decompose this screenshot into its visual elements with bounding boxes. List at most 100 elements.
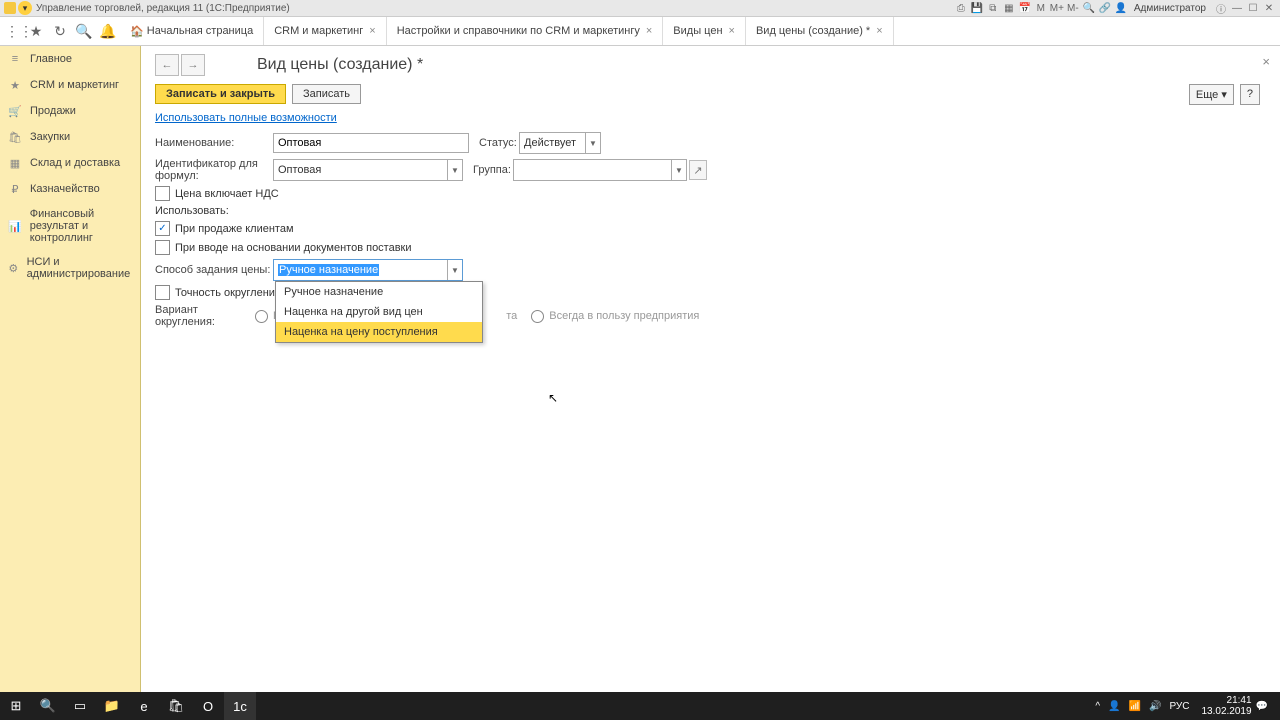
taskview-icon[interactable]: ▭ bbox=[64, 692, 96, 720]
sidebar-item-label: НСИ и администрирование bbox=[27, 256, 132, 280]
bag-icon: 🛍 bbox=[8, 130, 22, 144]
tb-copy-icon[interactable]: ⧉ bbox=[986, 1, 1000, 15]
app-icon bbox=[4, 2, 16, 14]
tab-pricetypes[interactable]: Виды цен × bbox=[663, 17, 746, 45]
id-select[interactable]: Оптовая ▼ bbox=[273, 159, 463, 181]
sidebar-item-label: Продажи bbox=[30, 105, 76, 117]
use-supply-checkbox[interactable] bbox=[155, 240, 170, 255]
full-features-link[interactable]: Использовать полные возможности bbox=[155, 112, 337, 124]
explorer-icon[interactable]: 📁 bbox=[96, 692, 128, 720]
edge-icon[interactable]: e bbox=[128, 692, 160, 720]
name-label: Наименование: bbox=[155, 137, 273, 149]
close-icon[interactable]: × bbox=[729, 25, 735, 37]
tray-lang[interactable]: РУС bbox=[1169, 701, 1189, 712]
user-label: Администратор bbox=[1134, 3, 1206, 14]
tab-crm[interactable]: CRM и маркетинг × bbox=[264, 17, 387, 45]
more-label: Еще bbox=[1196, 89, 1218, 101]
close-form-icon[interactable]: × bbox=[1262, 54, 1270, 69]
forward-button[interactable]: → bbox=[181, 54, 205, 76]
chevron-down-icon: ▼ bbox=[447, 260, 462, 280]
app-toolbar: ⋮⋮⋮ ★ ↻ 🔍 🔔 🏠 Начальная страница CRM и м… bbox=[0, 17, 1280, 46]
nav-sidebar: ≡Главное ★CRM и маркетинг 🛒Продажи 🛍Заку… bbox=[0, 46, 141, 694]
vat-label: Цена включает НДС bbox=[175, 188, 279, 200]
sidebar-item-treasury[interactable]: ₽Казначейство bbox=[0, 176, 140, 202]
1c-icon[interactable]: 1c bbox=[224, 692, 256, 720]
vat-checkbox[interactable] bbox=[155, 186, 170, 201]
method-select[interactable]: Ручное назначение ▼ bbox=[273, 259, 463, 281]
sidebar-item-finance[interactable]: 📊Финансовый результат и контроллинг bbox=[0, 202, 140, 250]
close-icon[interactable]: × bbox=[646, 25, 652, 37]
tab-pricetype-create[interactable]: Вид цены (создание) * × bbox=[746, 17, 894, 45]
tab-home[interactable]: 🏠 Начальная страница bbox=[120, 17, 264, 45]
chevron-down-icon: ▼ bbox=[585, 133, 600, 153]
method-option-manual[interactable]: Ручное назначение bbox=[276, 282, 482, 302]
tb-calendar-icon[interactable]: 📅 bbox=[1018, 1, 1032, 15]
tray-volume-icon[interactable]: 🔊 bbox=[1149, 701, 1161, 712]
method-option-markup-receipt[interactable]: Наценка на цену поступления bbox=[276, 322, 482, 342]
tb-save-icon[interactable]: 💾 bbox=[970, 1, 984, 15]
tab-settings[interactable]: Настройки и справочники по CRM и маркети… bbox=[387, 17, 664, 45]
tb-link-icon[interactable]: 🔗 bbox=[1098, 1, 1112, 15]
close-icon[interactable]: × bbox=[876, 25, 882, 37]
save-button[interactable]: Записать bbox=[292, 84, 361, 104]
tab-label: Виды цен bbox=[673, 25, 722, 37]
sidebar-item-admin[interactable]: ⚙ НСИ и администрирование bbox=[0, 250, 140, 286]
group-label: Группа: bbox=[473, 164, 513, 176]
sidebar-item-purchases[interactable]: 🛍Закупки bbox=[0, 124, 140, 150]
method-option-markup-other[interactable]: Наценка на другой вид цен bbox=[276, 302, 482, 322]
precision-checkbox[interactable] bbox=[155, 285, 170, 300]
id-label: Идентификатор для формул: bbox=[155, 158, 273, 182]
tb-mminus-icon[interactable]: M- bbox=[1066, 1, 1080, 15]
apps-icon[interactable]: ⋮⋮⋮ bbox=[0, 19, 24, 43]
nav-dropdown-icon[interactable]: ▾ bbox=[18, 1, 32, 15]
help-button[interactable]: ? bbox=[1240, 84, 1260, 105]
save-close-button[interactable]: Записать и закрыть bbox=[155, 84, 286, 104]
sidebar-item-crm[interactable]: ★CRM и маркетинг bbox=[0, 72, 140, 98]
status-select[interactable]: Действует ▼ bbox=[519, 132, 601, 154]
tb-zoom-icon[interactable]: 🔍 bbox=[1082, 1, 1096, 15]
search-taskbar-icon[interactable]: 🔍 bbox=[32, 692, 64, 720]
window-title: Управление торговлей, редакция 11 (1С:Пр… bbox=[36, 3, 952, 14]
sidebar-item-main[interactable]: ≡Главное bbox=[0, 46, 140, 72]
close-window-icon[interactable]: ✕ bbox=[1262, 1, 1276, 15]
system-tray: ^ 👤 📶 🔊 РУС 21:41 13.02.2019 💬 bbox=[1091, 695, 1280, 717]
use-sale-checkbox[interactable]: ✓ bbox=[155, 221, 170, 236]
group-open-button[interactable]: ↗ bbox=[689, 160, 707, 180]
chart-icon: 📊 bbox=[8, 219, 22, 233]
bell-icon[interactable]: 🔔 bbox=[96, 19, 120, 43]
minimize-icon[interactable]: — bbox=[1230, 1, 1244, 15]
close-icon[interactable]: × bbox=[369, 25, 375, 37]
gear-icon: ⚙ bbox=[8, 261, 19, 275]
name-input[interactable] bbox=[273, 133, 469, 153]
star-icon[interactable]: ★ bbox=[24, 19, 48, 43]
search-icon[interactable]: 🔍 bbox=[72, 19, 96, 43]
tab-label: CRM и маркетинг bbox=[274, 25, 363, 37]
history-icon[interactable]: ↻ bbox=[48, 19, 72, 43]
tb-mplus-icon[interactable]: M+ bbox=[1050, 1, 1064, 15]
group-select[interactable]: ▼ bbox=[513, 159, 687, 181]
more-button[interactable]: Еще ▾ bbox=[1189, 84, 1234, 105]
back-button[interactable]: ← bbox=[155, 54, 179, 76]
tab-label: Вид цены (создание) * bbox=[756, 25, 870, 37]
grid-icon: ▦ bbox=[8, 156, 22, 170]
menu-icon: ≡ bbox=[8, 52, 22, 66]
tray-up-icon[interactable]: ^ bbox=[1095, 701, 1100, 712]
rounding-r3-label: Всегда в пользу предприятия bbox=[549, 310, 699, 322]
tray-people-icon[interactable]: 👤 bbox=[1108, 701, 1120, 712]
rounding-radio-1[interactable] bbox=[255, 310, 268, 323]
tb-calc-icon[interactable]: ▦ bbox=[1002, 1, 1016, 15]
chevron-down-icon: ▼ bbox=[671, 160, 686, 180]
rounding-radio-3[interactable] bbox=[531, 310, 544, 323]
store-icon[interactable]: 🛍 bbox=[160, 692, 192, 720]
tray-network-icon[interactable]: 📶 bbox=[1129, 701, 1141, 712]
sidebar-item-sales[interactable]: 🛒Продажи bbox=[0, 98, 140, 124]
opera-icon[interactable]: O bbox=[192, 692, 224, 720]
taskbar-clock[interactable]: 21:41 13.02.2019 bbox=[1201, 695, 1251, 717]
sidebar-item-warehouse[interactable]: ▦Склад и доставка bbox=[0, 150, 140, 176]
tray-notifications-icon[interactable]: 💬 bbox=[1256, 701, 1268, 712]
start-button[interactable]: ⊞ bbox=[0, 692, 32, 720]
tb-info-icon[interactable]: ⓘ bbox=[1214, 1, 1228, 15]
maximize-icon[interactable]: ☐ bbox=[1246, 1, 1260, 15]
tb-print-icon[interactable]: ⎙ bbox=[954, 1, 968, 15]
tb-m-icon[interactable]: M bbox=[1034, 1, 1048, 15]
